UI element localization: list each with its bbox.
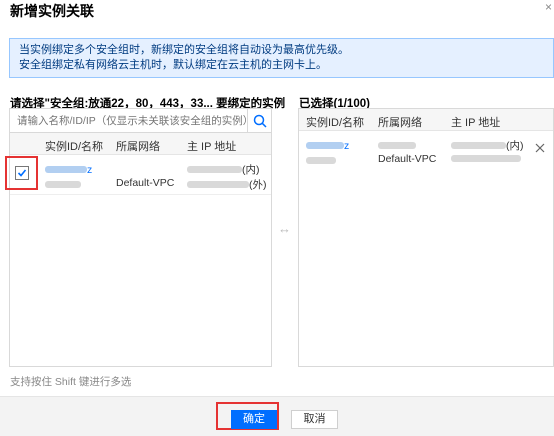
selected-public-ip [451, 153, 521, 165]
right-panel: 实例ID/名称 所属网络 主 IP 地址 z Default-VPC (内) [298, 108, 554, 367]
column-header-ip: 主 IP 地址 [451, 117, 501, 129]
table-row[interactable]: z Default-VPC (内) (外) [10, 155, 271, 195]
selected-instance-id[interactable]: z [306, 140, 349, 152]
instance-id-link[interactable]: z [45, 164, 92, 176]
notice-line-1: 当实例绑定多个安全组时，新绑定的安全组将自动设为最高优先级。 [19, 44, 349, 56]
table-header: 实例ID/名称 所属网络 主 IP 地址 [10, 133, 271, 155]
selected-table-header: 实例ID/名称 所属网络 主 IP 地址 [299, 109, 553, 131]
public-ip: (外) [187, 177, 267, 192]
row-checkbox[interactable] [15, 166, 29, 180]
dialog-title: 新增实例关联 [10, 3, 94, 19]
notice-line-2: 安全组绑定私有网络云主机时，默认绑定在云主机的主网卡上。 [19, 59, 327, 71]
selected-network-id [378, 140, 416, 152]
cancel-button[interactable]: 取消 [291, 410, 338, 429]
column-header-id: 实例ID/名称 [306, 117, 365, 129]
notice-banner: 当实例绑定多个安全组时，新绑定的安全组将自动设为最高优先级。 安全组绑定私有网络… [9, 38, 554, 78]
remove-selected-button[interactable] [535, 143, 545, 156]
instance-network: Default-VPC [116, 177, 175, 189]
column-header-id: 实例ID/名称 [45, 141, 104, 153]
close-icon[interactable]: × [545, 0, 552, 14]
column-header-network: 所属网络 [378, 117, 422, 129]
check-icon [17, 169, 27, 177]
transfer-arrows-icon: ↔ [278, 221, 291, 236]
selected-instance-name [306, 155, 336, 167]
left-panel: 实例ID/名称 所属网络 主 IP 地址 z Default-VPC (内) (… [9, 108, 272, 367]
close-icon [535, 143, 545, 153]
selected-row: z Default-VPC (内) [299, 131, 553, 171]
column-header-network: 所属网络 [116, 141, 160, 153]
search-bar [10, 109, 271, 133]
confirm-button[interactable]: 确定 [231, 410, 277, 429]
instance-name [45, 179, 81, 191]
multi-select-hint: 支持按住 Shift 键进行多选 [10, 376, 132, 388]
search-icon [253, 114, 267, 128]
private-ip: (内) [187, 162, 260, 177]
search-input[interactable] [10, 109, 247, 132]
selected-instance-network: Default-VPC [378, 153, 437, 165]
selected-private-ip: (内) [451, 138, 524, 153]
column-header-ip: 主 IP 地址 [187, 141, 237, 153]
search-button[interactable] [247, 109, 271, 132]
